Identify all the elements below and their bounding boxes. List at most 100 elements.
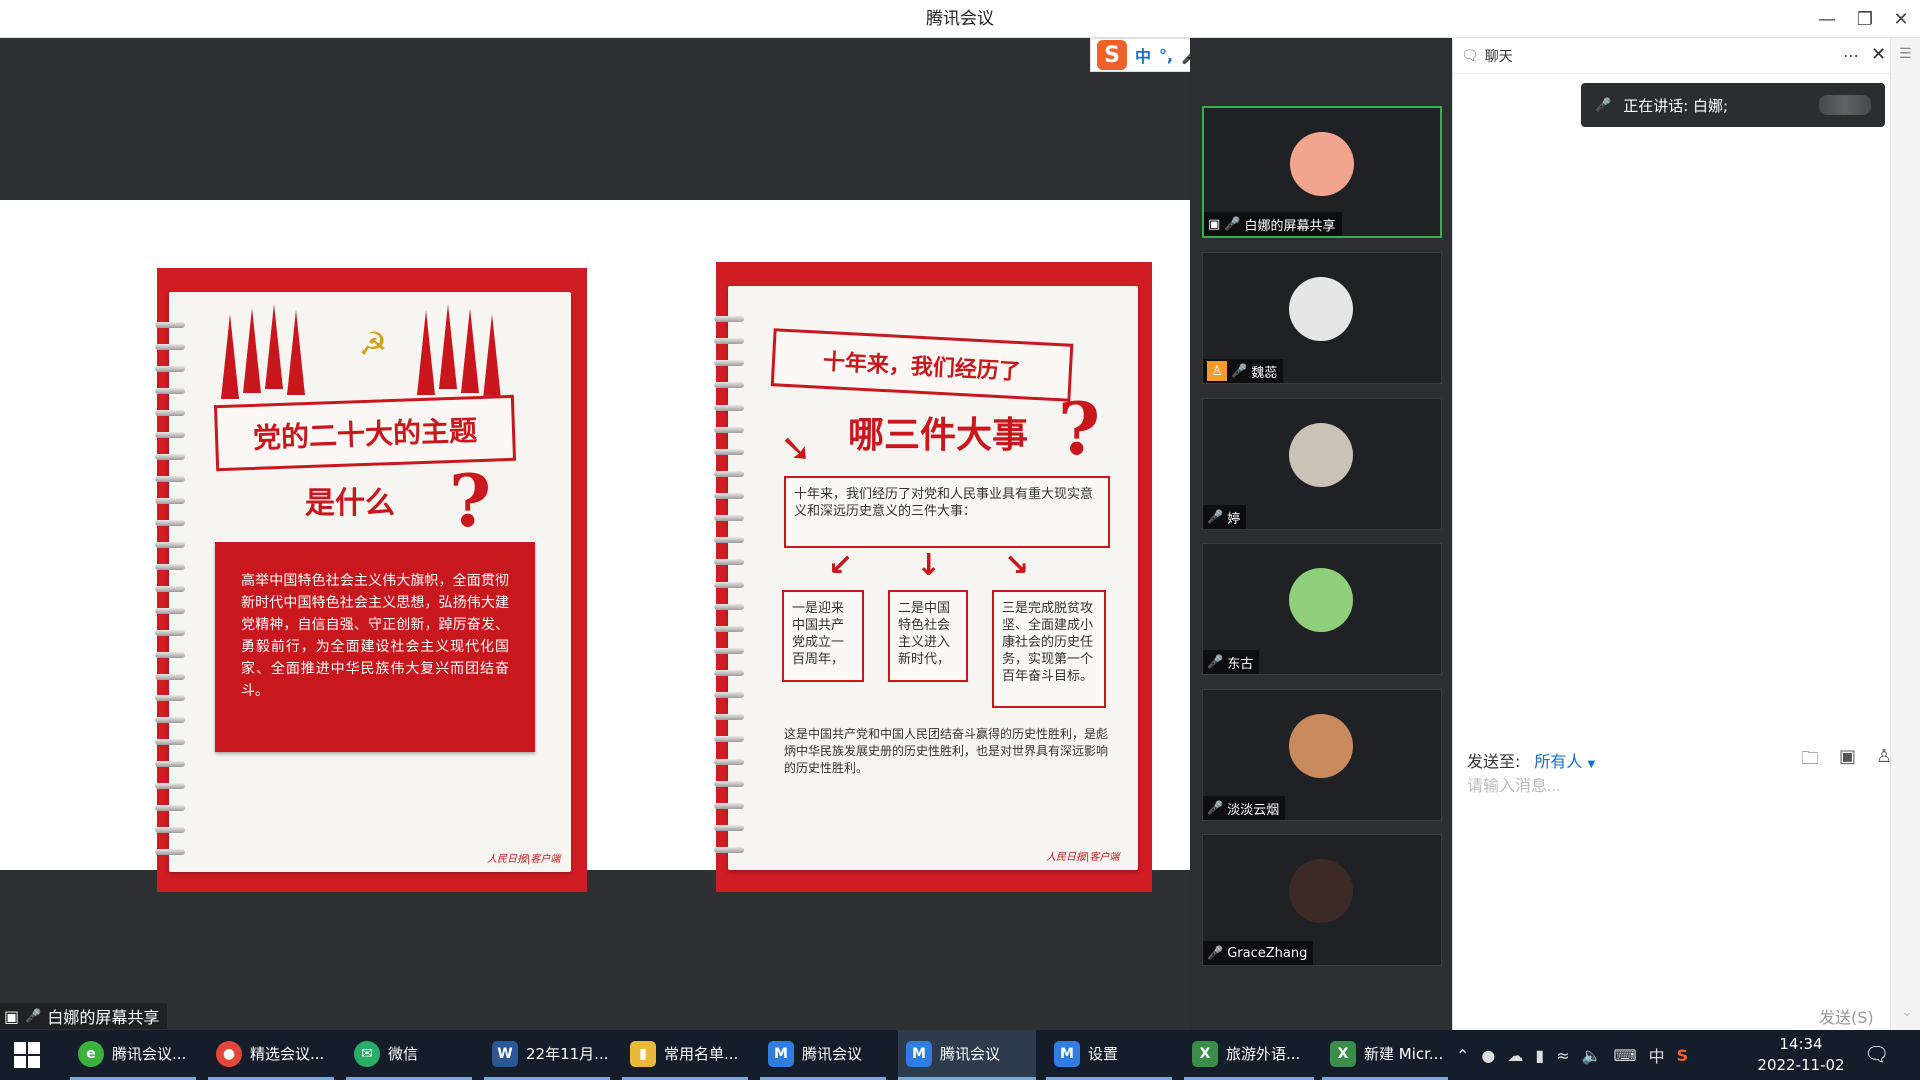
taskbar-label: 设置 — [1088, 1045, 1119, 1063]
mic-icon: 🎤 — [1207, 945, 1224, 961]
participant-tile[interactable]: 🎤 婷 — [1202, 398, 1442, 530]
participant-tile[interactable]: 🎤 东古 — [1202, 543, 1442, 675]
taskbar-label: 腾讯会议... — [112, 1045, 187, 1063]
file-icon[interactable]: 🗀 — [1801, 746, 1819, 776]
taskbar-item[interactable]: M 腾讯会议 — [760, 1030, 886, 1080]
send-button[interactable]: 发送(S) — [1819, 1004, 1874, 1028]
participant-label: 🎤 淡淡云烟 — [1203, 796, 1286, 820]
chat-side-bar: ☰ — [1890, 38, 1920, 1030]
screen-share-area: ☭ 党的二十大的主题 是什么 ? 高举中国特色社会主义伟大旗帜，全面贯彻新时代中… — [0, 38, 1190, 1030]
close-button[interactable]: ✕ — [1882, 0, 1920, 38]
clock-time: 14:34 — [1779, 1035, 1823, 1053]
participant-label: 🎤 GraceZhang — [1203, 941, 1314, 965]
close-chat-icon[interactable]: ✕ — [1871, 44, 1886, 65]
user-select-icon[interactable]: ♙ — [1876, 746, 1892, 776]
slide-page-left: ☭ 党的二十大的主题 是什么 ? 高举中国特色社会主义伟大旗帜，全面贯彻新时代中… — [155, 268, 587, 892]
taskbar-label: 旅游外语... — [1226, 1045, 1301, 1063]
windows-start-icon[interactable] — [14, 1042, 40, 1068]
excel-icon: X — [1192, 1040, 1218, 1067]
user-icon: ♙ — [1207, 361, 1227, 381]
message-input[interactable] — [1467, 778, 1877, 796]
participant-tile[interactable]: 🎤 GraceZhang — [1202, 834, 1442, 966]
sogou-tray-icon[interactable]: S — [1677, 1046, 1689, 1065]
participant-tile[interactable]: ▣ 🎤 白娜的屏幕共享 — [1202, 106, 1442, 238]
avatar — [1289, 568, 1353, 632]
participant-tile[interactable]: ♙ 🎤 魏蕊 — [1202, 252, 1442, 384]
audio-wave-icon — [1819, 95, 1871, 115]
ime-punct-button[interactable]: °, — [1159, 46, 1173, 65]
event-item-1: 一是迎来中国共产党成立一百周年， — [782, 590, 864, 682]
avatar — [1290, 132, 1354, 196]
app-icon: e — [78, 1040, 104, 1067]
chat-title: 聊天 — [1484, 48, 1513, 65]
more-icon[interactable]: ⋯ — [1843, 46, 1859, 65]
notification-icon[interactable]: 🗨 — [1864, 1042, 1894, 1066]
arrow-down-icon: ↓ — [916, 548, 942, 583]
slide-right-footer: 这是中国共产党和中国人民团结奋斗赢得的历史性胜利，是彪炳中华民族发展史册的历史性… — [784, 727, 1109, 775]
ime-mode-button[interactable]: 中 — [1135, 43, 1151, 67]
chat-icon: 🗨 — [1461, 47, 1479, 64]
taskbar-item[interactable]: W 22年11月... — [484, 1030, 610, 1080]
taskbar-item[interactable]: M 设置 — [1046, 1030, 1172, 1080]
taskbar-item-active[interactable]: M 腾讯会议 — [898, 1030, 1036, 1080]
taskbar-label: 22年11月... — [526, 1045, 609, 1063]
minimize-button[interactable]: — — [1808, 0, 1846, 38]
screen-share-icon: ▣ — [1208, 216, 1221, 232]
taskbar-item[interactable]: ▮ 常用名单... — [622, 1030, 748, 1080]
red-flags-graphic: ☭ — [221, 304, 521, 404]
send-to-label: 发送至: — [1467, 752, 1521, 771]
menu-icon[interactable]: ☰ — [1899, 46, 1912, 62]
participant-tile[interactable]: 🎤 淡淡云烟 — [1202, 689, 1442, 821]
participant-name: 东古 — [1227, 656, 1254, 672]
ime-indicator[interactable]: 中 — [1649, 1043, 1665, 1067]
taskbar-label: 新建 Micr... — [1364, 1045, 1444, 1063]
participant-name: 白娜的屏幕共享 — [1244, 218, 1336, 234]
wechat-icon: ✉ — [354, 1040, 380, 1067]
volume-icon[interactable]: 🔈 — [1582, 1046, 1602, 1065]
speaking-text: 正在讲话: 白娜; — [1623, 96, 1729, 115]
window-title: 腾讯会议 — [926, 9, 994, 29]
chat-panel: 🗨 聊天 ⋯ ✕ ☰ 🎤 正在讲话: 白娜; 发送至: 所有人 ▼ 🗀 ▣ ♙ … — [1452, 38, 1920, 1030]
chevron-up-icon[interactable]: ⌃ — [1456, 1046, 1469, 1065]
arrow-down-right-icon: ↘ — [1004, 548, 1030, 583]
screenshot-icon[interactable]: ▣ — [1839, 746, 1856, 776]
slide-left-body: 高举中国特色社会主义伟大旗帜，全面贯彻新时代中国特色社会主义思想，弘扬伟大建党精… — [215, 542, 535, 752]
question-mark: ? — [449, 458, 492, 543]
sogou-logo-icon: S — [1097, 40, 1127, 70]
keyboard-icon[interactable]: ⌨ — [1614, 1046, 1637, 1065]
word-icon: W — [492, 1040, 518, 1067]
slide-right-title: 十年来，我们经历了 — [770, 328, 1074, 402]
mic-icon: 🎤 — [1224, 216, 1241, 232]
restore-button[interactable]: ❐ — [1846, 0, 1884, 38]
send-to-dropdown[interactable]: 所有人 ▼ — [1534, 748, 1595, 772]
taskbar-item[interactable]: X 旅游外语... — [1184, 1030, 1314, 1080]
cloud-icon[interactable]: ☁ — [1507, 1046, 1523, 1065]
avatar — [1289, 714, 1353, 778]
qq-icon[interactable]: ● — [1481, 1046, 1495, 1065]
event-item-3: 三是完成脱贫攻坚、全面建成小康社会的历史任务，实现第一个百年奋斗目标。 — [992, 590, 1106, 708]
close-icon: ✕ — [1893, 8, 1909, 30]
clock[interactable]: 14:34 2022-11-02 — [1746, 1034, 1856, 1076]
battery-icon[interactable]: ▮ — [1535, 1046, 1544, 1065]
mic-muted-icon: 🎤 — [1595, 97, 1612, 113]
wifi-icon[interactable]: ≈ — [1556, 1046, 1569, 1065]
mic-icon: 🎤 — [25, 1008, 42, 1024]
excel-icon: X — [1330, 1040, 1356, 1067]
notebook-rings — [155, 322, 185, 856]
folder-icon: ▮ — [630, 1040, 656, 1067]
chat-header: 🗨 聊天 ⋯ ✕ — [1453, 38, 1920, 74]
taskbar-label: 常用名单... — [664, 1045, 739, 1063]
taskbar-item[interactable]: X 新建 Micr... — [1322, 1030, 1448, 1080]
taskbar-item[interactable]: e 腾讯会议... — [70, 1030, 196, 1080]
chevron-down-icon[interactable]: ⌄ — [1901, 1004, 1913, 1020]
taskbar-label: 腾讯会议 — [802, 1045, 863, 1063]
taskbar-item[interactable]: ✉ 微信 — [346, 1030, 472, 1080]
caret-down-icon: ▼ — [1587, 759, 1596, 770]
arrow-down-left-icon: ↙ — [828, 548, 854, 583]
tencent-meeting-icon: M — [906, 1040, 932, 1067]
slide-left-subtitle: 是什么 — [305, 486, 395, 521]
taskbar-item[interactable]: ● 精选会议... — [208, 1030, 334, 1080]
title-bar: 腾讯会议 — ❐ ✕ — [0, 0, 1920, 38]
mic-muted-icon: 🎤 — [1207, 509, 1224, 525]
taskbar-label: 精选会议... — [250, 1045, 325, 1063]
